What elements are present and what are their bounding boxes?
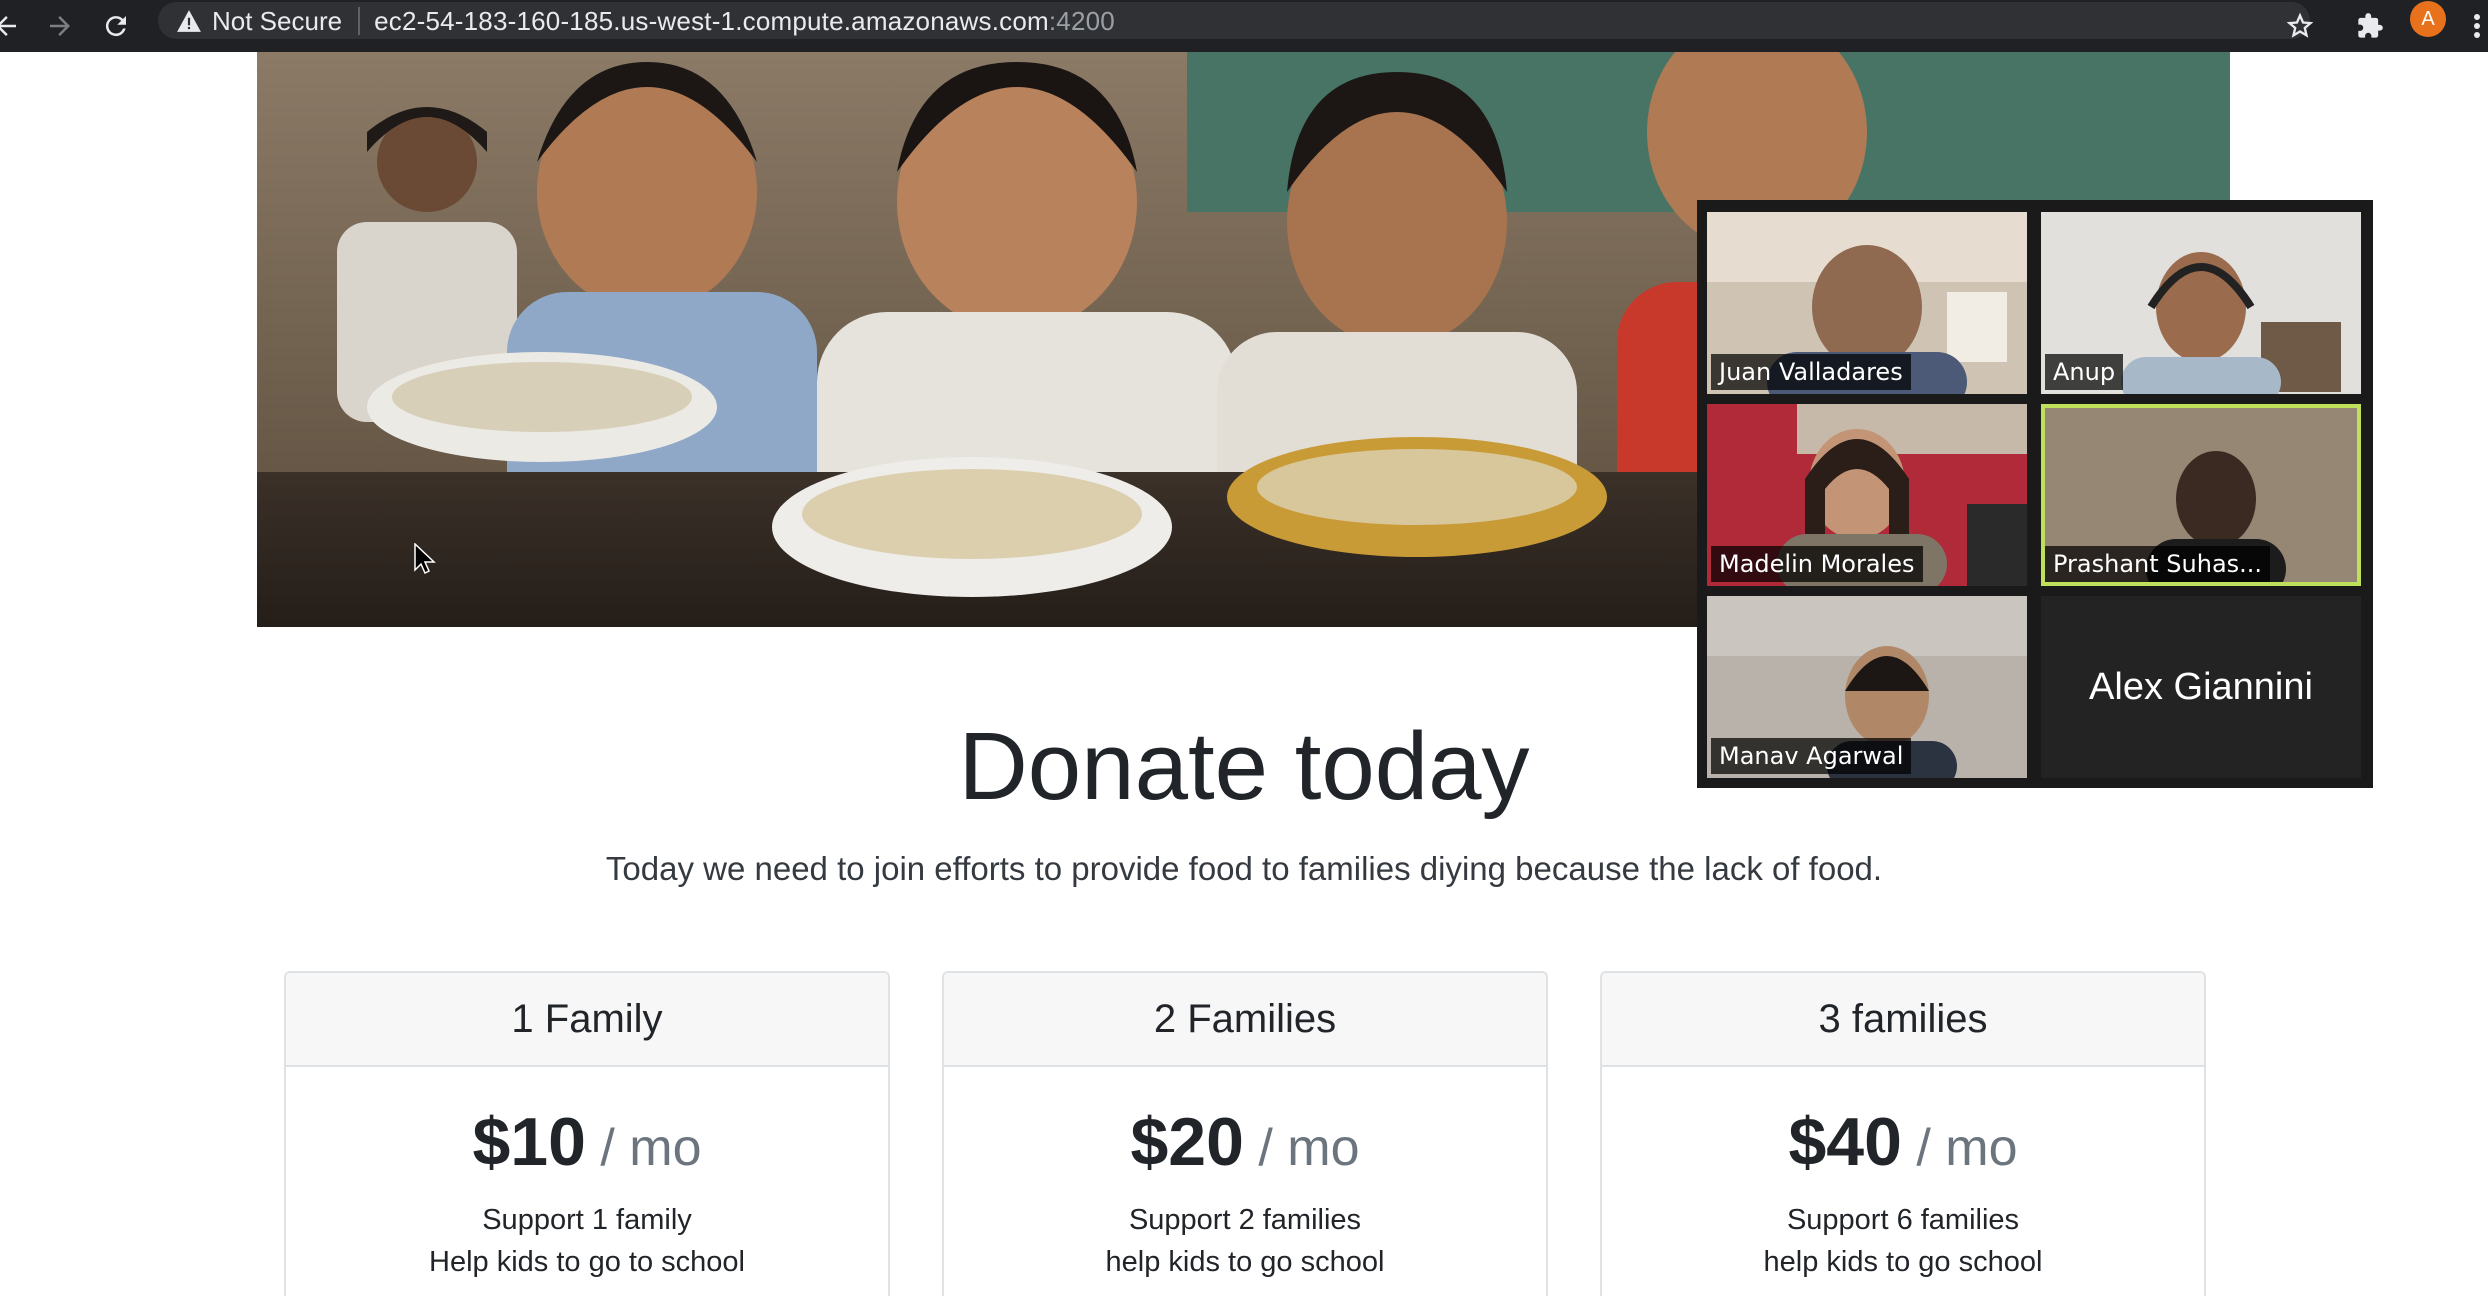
feature-item: Support 1 family	[482, 1204, 692, 1236]
card-header: 3 families	[1602, 973, 2204, 1067]
feature-list: Support 1 family Help kids to go to scho…	[286, 1199, 888, 1283]
feature-item: help kids to go school	[1763, 1246, 2043, 1278]
price-amount: $20	[1130, 1104, 1244, 1180]
price-period: / mo	[585, 1119, 702, 1177]
participant-tile[interactable]: Juan Valladares	[1707, 212, 2027, 394]
security-label: Not Secure	[212, 5, 343, 36]
url-text[interactable]: ec2-54-183-160-185.us-west-1.compute.ama…	[374, 6, 1115, 37]
reload-icon	[105, 16, 126, 37]
pricing-card: 2 Families $20 / mo Support 2 families h…	[942, 971, 1548, 1296]
star-icon	[2286, 12, 2314, 38]
bookmark-button[interactable]	[2282, 8, 2318, 44]
site-info[interactable]: Not Secure ec2-54-183-160-185.us-west-1.…	[176, 6, 1115, 36]
card-header: 2 Families	[944, 973, 1546, 1067]
card-header: 1 Family	[286, 973, 888, 1067]
extensions-button[interactable]	[2352, 8, 2388, 44]
profile-initial: A	[2421, 7, 2435, 30]
card-price: $10 / mo	[286, 1103, 888, 1181]
feature-list: Support 2 families help kids to go schoo…	[944, 1199, 1546, 1283]
feature-list: Support 6 families help kids to go schoo…	[1602, 1199, 2204, 1283]
participant-tile[interactable]: Madelin Morales	[1707, 404, 2027, 586]
forward-button[interactable]	[42, 8, 78, 44]
profile-avatar[interactable]: A	[2410, 1, 2446, 37]
price-period: / mo	[1901, 1119, 2018, 1177]
participant-name: Alex Giannini	[2089, 665, 2313, 708]
feature-item: Support 2 families	[1128, 1204, 1362, 1236]
reload-button[interactable]	[98, 8, 134, 44]
card-price: $20 / mo	[944, 1103, 1546, 1181]
participant-name: Juan Valladares	[1711, 354, 1911, 390]
participant-name: Anup	[2045, 354, 2124, 390]
meeting-gallery[interactable]: Juan Valladares Anup Madelin Morales Pra…	[1697, 200, 2373, 788]
participant-tile[interactable]: Anup	[2041, 212, 2361, 394]
forward-arrow-icon	[50, 16, 70, 36]
url-host: ec2-54-183-160-185.us-west-1.compute.ama…	[374, 5, 1049, 36]
menu-button[interactable]	[2466, 8, 2488, 44]
warning-icon	[177, 10, 201, 32]
card-price: $40 / mo	[1602, 1103, 2204, 1181]
puzzle-icon	[2358, 13, 2383, 38]
price-period: / mo	[1243, 1119, 1360, 1177]
price-amount: $40	[1788, 1104, 1902, 1180]
feature-item: Help kids to go to school	[429, 1246, 745, 1278]
kebab-menu-icon	[2474, 14, 2480, 38]
pricing-card: 3 families $40 / mo Support 6 families h…	[1600, 971, 2206, 1296]
page-lead: Today we need to join efforts to provide…	[605, 850, 1883, 887]
participant-name: Prashant Suhas...	[2045, 546, 2271, 582]
price-amount: $10	[472, 1104, 586, 1180]
participant-name: Madelin Morales	[1711, 546, 1923, 582]
url-port: :4200	[1048, 5, 1115, 36]
feature-item: help kids to go school	[1105, 1246, 1385, 1278]
feature-item: Support 6 families	[1786, 1204, 2020, 1236]
back-button[interactable]	[0, 8, 24, 44]
mouse-cursor-icon	[414, 543, 436, 575]
back-arrow-icon	[0, 16, 16, 36]
divider	[358, 7, 361, 35]
browser-toolbar: Not Secure ec2-54-183-160-185.us-west-1.…	[0, 0, 2488, 52]
participant-tile-active-speaker[interactable]: Prashant Suhas...	[2041, 404, 2361, 586]
pricing-card: 1 Family $10 / mo Support 1 family Help …	[284, 971, 890, 1296]
page-title: Donate today	[958, 713, 1530, 820]
